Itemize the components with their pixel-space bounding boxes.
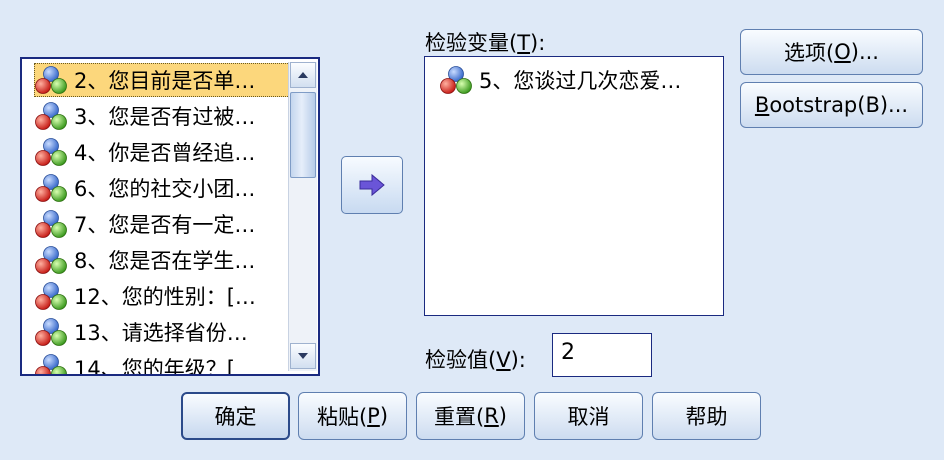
list-item-label: 5、您谈过几次恋爱… — [479, 69, 682, 93]
nominal-variable-icon — [34, 173, 68, 203]
list-item-label: 2、您目前是否单… — [74, 69, 256, 93]
nominal-variable-icon — [34, 353, 68, 376]
list-item[interactable]: 5、您谈过几次恋爱… — [439, 65, 681, 95]
list-item[interactable]: 7、您是否有一定… — [34, 207, 292, 241]
list-item[interactable]: 2、您目前是否单… — [34, 63, 292, 97]
bootstrap-button[interactable]: Bootstrap(B)... — [740, 82, 923, 128]
test-value-label: 检验值(V): — [425, 348, 526, 372]
nominal-variable-icon — [34, 317, 68, 347]
list-item[interactable]: 13、请选择省份… — [34, 315, 292, 349]
options-button[interactable]: 选项(O)... — [740, 29, 923, 75]
reset-button[interactable]: 重置(R) — [416, 392, 525, 440]
nominal-variable-icon — [439, 65, 473, 95]
ok-button[interactable]: 确定 — [181, 392, 290, 440]
chevron-down-icon — [298, 353, 308, 359]
chevron-up-icon — [298, 72, 308, 78]
list-item[interactable]: 6、您的社交小团… — [34, 171, 292, 205]
nominal-variable-icon — [34, 137, 68, 167]
paste-button[interactable]: 粘贴(P) — [298, 392, 407, 440]
list-item-label: 8、您是否在学生… — [74, 249, 256, 273]
arrow-right-icon — [359, 173, 385, 197]
list-item[interactable]: 8、您是否在学生… — [34, 243, 292, 277]
list-item[interactable]: 14、您的年级？[ — [34, 351, 292, 376]
list-item-label: 14、您的年级？[ — [74, 357, 235, 376]
scroll-down-button[interactable] — [290, 343, 316, 369]
test-variable-list[interactable]: 5、您谈过几次恋爱… — [424, 56, 724, 316]
list-item-label: 13、请选择省份… — [74, 321, 248, 345]
nominal-variable-icon — [34, 101, 68, 131]
list-item-label: 4、你是否曾经追… — [74, 141, 256, 165]
nominal-variable-icon — [34, 65, 68, 95]
list-item-label: 3、您是否有过被… — [74, 105, 256, 129]
nominal-variable-icon — [34, 281, 68, 311]
list-item[interactable]: 3、您是否有过被… — [34, 99, 292, 133]
nominal-variable-icon — [34, 245, 68, 275]
cancel-button[interactable]: 取消 — [534, 392, 643, 440]
nominal-variable-icon — [34, 209, 68, 239]
list-item[interactable]: 4、你是否曾经追… — [34, 135, 292, 169]
list-item[interactable]: 12、您的性别：[… — [34, 279, 292, 313]
move-variable-button[interactable] — [341, 156, 403, 214]
scrollbar-thumb[interactable] — [290, 92, 316, 178]
list-scrollbar[interactable] — [288, 62, 317, 371]
help-button[interactable]: 帮助 — [652, 392, 761, 440]
test-variable-label: 检验变量(T): — [425, 31, 546, 55]
scroll-up-button[interactable] — [290, 62, 316, 88]
source-variable-list[interactable]: 2、您目前是否单… 3、您是否有过被… 4、你是否曾经追… 6、您的社交小团… … — [20, 57, 320, 376]
list-item-label: 7、您是否有一定… — [74, 213, 256, 237]
list-item-label: 6、您的社交小团… — [74, 177, 256, 201]
list-item-label: 12、您的性别：[… — [74, 285, 256, 309]
test-value-input[interactable]: 2 — [552, 333, 652, 377]
